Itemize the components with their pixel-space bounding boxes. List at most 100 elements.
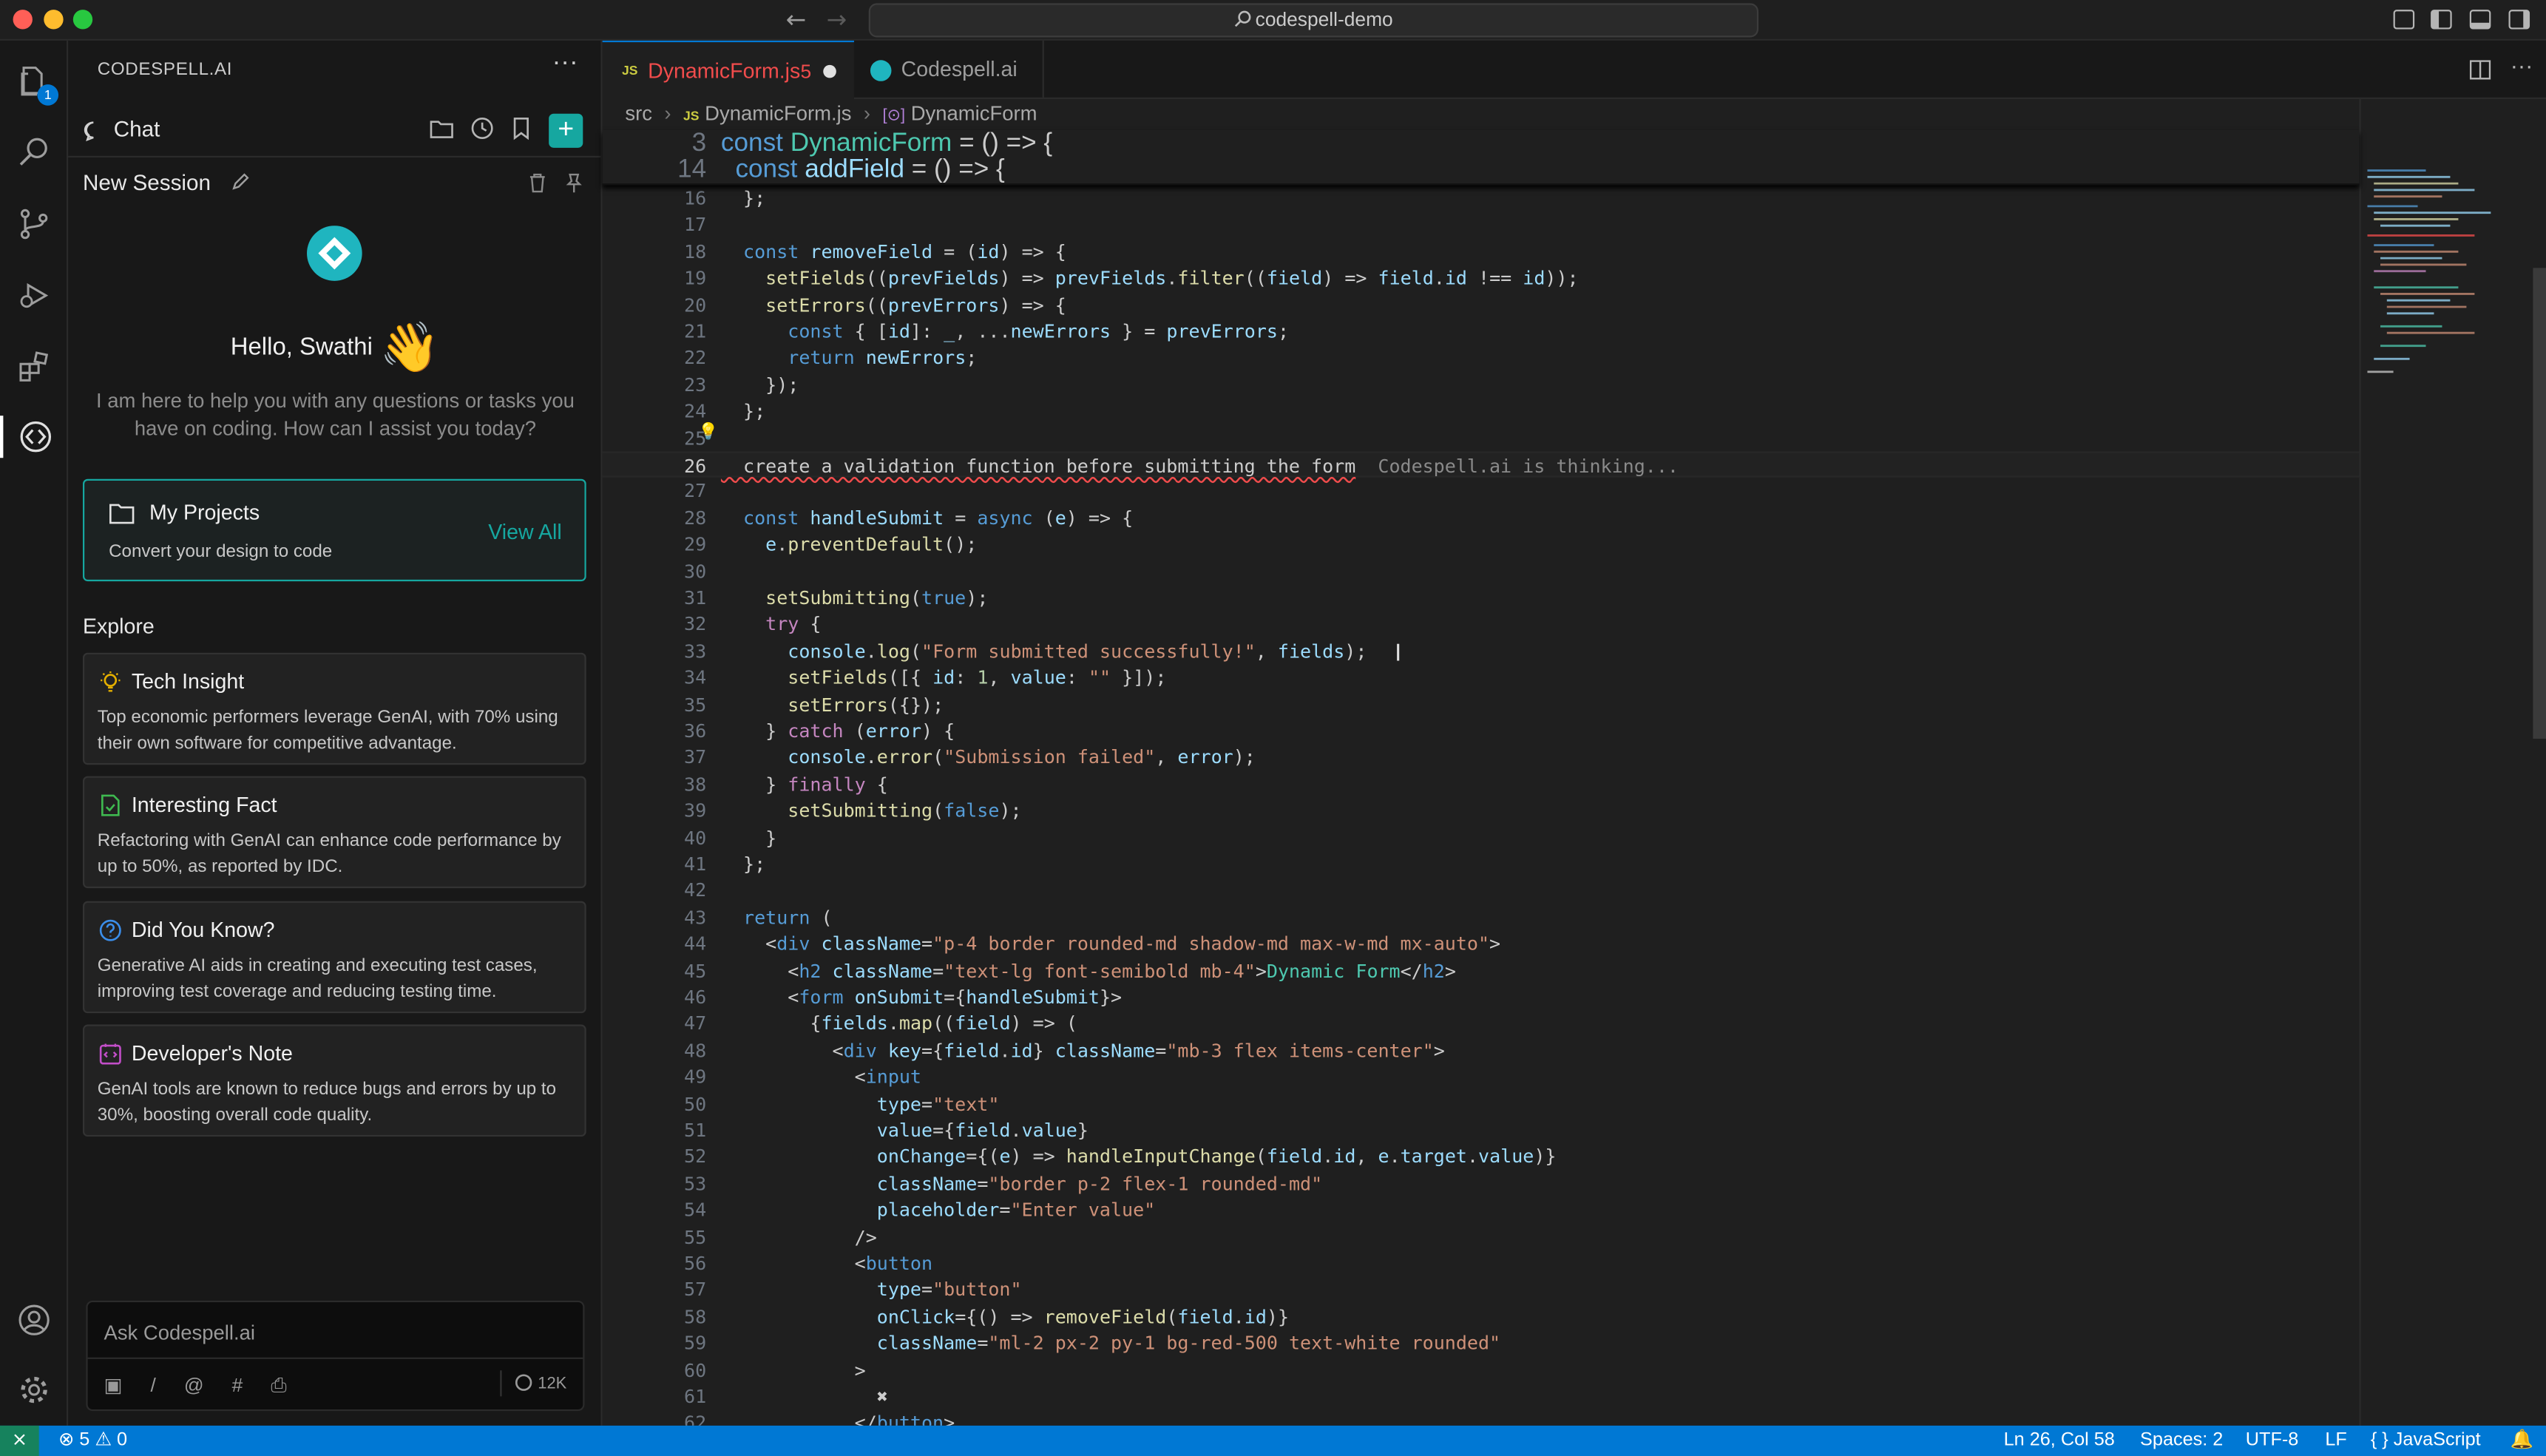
language-mode[interactable]: { } JavaScript (2371, 1426, 2481, 1456)
code-line[interactable]: 17 (603, 211, 2360, 238)
breadcrumb-symbol[interactable]: DynamicForm (911, 102, 1037, 125)
code-line[interactable]: 46 <form onSubmit={handleSubmit}> (603, 984, 2360, 1011)
sticky-scroll[interactable]: 3 const DynamicForm = () => {14 const add… (602, 129, 2360, 186)
code-line[interactable]: 59 className="ml-2 px-2 py-1 bg-red-500 … (603, 1330, 2360, 1357)
code-line[interactable]: 32 try { (603, 611, 2360, 637)
indentation[interactable]: Spaces: 2 (2140, 1426, 2223, 1456)
explore-card[interactable]: Did You Know? Generative AI aids in crea… (82, 901, 586, 1014)
code-line[interactable]: 35 setErrors({}); (603, 691, 2360, 718)
minimap[interactable] (2359, 98, 2546, 1426)
tab-dynamicform[interactable]: JS DynamicForm.js 5 (602, 40, 854, 99)
code-line[interactable]: 55 /> (603, 1224, 2360, 1250)
code-line[interactable]: 14 const addField = () => { (603, 157, 2360, 185)
code-line[interactable]: 26 create a validation function before s… (602, 451, 2360, 478)
code-line[interactable]: 30 (603, 558, 2360, 584)
forward-arrow-icon[interactable]: → (827, 5, 847, 35)
breadcrumb-folder[interactable]: src (625, 102, 652, 125)
code-line[interactable]: 21 const { [id]: _, ...newErrors } = pre… (603, 318, 2360, 345)
code-line[interactable]: 34 setFields([{ id: 1, value: "" }]); (603, 664, 2360, 691)
code-line[interactable]: 53 className="border p-2 flex-1 rounded-… (603, 1171, 2360, 1197)
explorer-icon[interactable]: 1 (13, 60, 59, 106)
problems-summary[interactable]: ⊗ 5 ⚠ 0 (58, 1426, 127, 1456)
new-chat-button[interactable]: + (549, 113, 583, 148)
pin-icon[interactable] (563, 172, 583, 194)
code-line[interactable]: 47 {fields.map((field) => ( (603, 1011, 2360, 1037)
settings-gear-icon[interactable] (13, 1369, 55, 1411)
zoom-window-button[interactable] (72, 10, 93, 30)
code-line[interactable]: 31 setSubmitting(true); (603, 584, 2360, 611)
code-line[interactable]: 16 }; (603, 185, 2360, 211)
folder-icon[interactable] (429, 115, 455, 141)
unsaved-dot-icon[interactable] (823, 64, 836, 78)
code-line[interactable]: 41 }; (603, 851, 2360, 878)
encoding[interactable]: UTF-8 (2246, 1426, 2299, 1456)
code-line[interactable]: 51 value={field.value} (603, 1117, 2360, 1144)
code-line[interactable]: 27 (603, 478, 2360, 504)
split-editor-icon[interactable] (2469, 60, 2491, 80)
code-line[interactable]: 52 onChange={(e) => handleInputChange(fi… (603, 1144, 2360, 1171)
toggle-panel-icon[interactable] (2469, 10, 2491, 30)
chat-input-box[interactable]: Ask Codespell.ai ▣ / @ # ⎙ 12K (86, 1300, 585, 1412)
code-line[interactable]: 23 }); (603, 371, 2360, 398)
account-icon[interactable] (13, 1299, 55, 1341)
extensions-icon[interactable] (13, 346, 55, 388)
chat-input-tools[interactable]: ▣ / @ # ⎙ (104, 1374, 298, 1398)
breadcrumb-file[interactable]: DynamicForm.js (705, 102, 851, 125)
view-all-link[interactable]: View All (488, 520, 561, 544)
back-arrow-icon[interactable]: ← (786, 5, 807, 35)
code-line[interactable]: 57 type="button" (603, 1277, 2360, 1304)
codespell-icon[interactable] (0, 416, 67, 458)
code-line[interactable]: 37 console.error("Submission failed", er… (603, 745, 2360, 771)
code-line[interactable]: 54 placeholder="Enter value" (603, 1197, 2360, 1224)
code-line[interactable]: 60 > (603, 1357, 2360, 1384)
bookmark-icon[interactable] (508, 115, 534, 141)
command-center-search[interactable]: codespell-demo (868, 3, 1759, 38)
code-line[interactable]: 45 <h2 className="text-lg font-semibold … (603, 958, 2360, 984)
my-projects-card[interactable]: My Projects Convert your design to code … (82, 478, 586, 582)
code-line[interactable]: 19 setFields((prevFields) => prevFields.… (603, 265, 2360, 291)
search-view-icon[interactable] (13, 132, 55, 174)
close-window-button[interactable] (13, 10, 33, 30)
code-line[interactable]: 49 <input (603, 1064, 2360, 1091)
code-line[interactable]: 36 } catch (error) { (603, 718, 2360, 745)
code-line[interactable]: 50 type="text" (603, 1091, 2360, 1117)
code-line[interactable]: 24 }; (603, 398, 2360, 424)
code-line[interactable]: 48 <div key={field.id} className="mb-3 f… (603, 1037, 2360, 1064)
code-line[interactable]: 62 </button> (603, 1410, 2360, 1426)
cursor-position[interactable]: Ln 26, Col 58 (2004, 1426, 2115, 1456)
code-line[interactable]: 61 ✖ (603, 1384, 2360, 1410)
code-line[interactable]: 3 const DynamicForm = () => { (603, 130, 2360, 158)
code-line[interactable]: 39 setSubmitting(false); (603, 798, 2360, 824)
code-line[interactable]: 40 } (603, 824, 2360, 851)
code-line[interactable]: 28 const handleSubmit = async (e) => { (603, 504, 2360, 531)
explore-card[interactable]: Tech Insight Top economic performers lev… (82, 652, 586, 765)
code-line[interactable]: 33 console.log("Form submitted successfu… (603, 637, 2360, 664)
toggle-secondary-sidebar-icon[interactable] (2508, 10, 2530, 30)
code-line[interactable]: 18 const removeField = (id) => { (603, 238, 2360, 265)
code-line[interactable]: 38 } finally { (603, 771, 2360, 798)
editor-scrollbar[interactable] (2533, 268, 2546, 739)
code-line[interactable]: 42 (603, 878, 2360, 904)
trash-icon[interactable] (528, 172, 547, 194)
lightbulb-icon[interactable]: 💡 (698, 423, 718, 441)
code-line[interactable]: 20 setErrors((prevErrors) => { (603, 291, 2360, 318)
source-control-icon[interactable] (13, 203, 55, 245)
run-debug-icon[interactable] (13, 274, 55, 316)
chat-input-placeholder[interactable]: Ask Codespell.ai (104, 1321, 255, 1344)
more-actions-icon[interactable]: ··· (2511, 52, 2533, 78)
code-line[interactable]: 25 (603, 424, 2360, 451)
toggle-primary-sidebar-icon[interactable] (2431, 10, 2452, 30)
code-line[interactable]: 29 e.preventDefault(); (603, 531, 2360, 558)
notifications-bell-icon[interactable]: 🔔 (2511, 1426, 2533, 1456)
more-actions-icon[interactable]: ··· (552, 49, 578, 78)
history-icon[interactable] (470, 115, 495, 141)
tab-codespell[interactable]: Codespell.ai (854, 40, 1044, 99)
customize-layout-icon[interactable] (2393, 10, 2415, 30)
edit-icon[interactable] (230, 172, 249, 192)
remote-icon[interactable]: ⨯ (0, 1425, 39, 1456)
minimize-window-button[interactable] (44, 10, 64, 30)
code-line[interactable]: 44 <div className="p-4 border rounded-md… (603, 931, 2360, 958)
code-line[interactable]: 43 return ( (603, 904, 2360, 931)
explore-card[interactable]: Interesting Fact Refactoring with GenAI … (82, 776, 586, 889)
code-line[interactable]: 58 onClick={() => removeField(field.id)} (603, 1304, 2360, 1330)
